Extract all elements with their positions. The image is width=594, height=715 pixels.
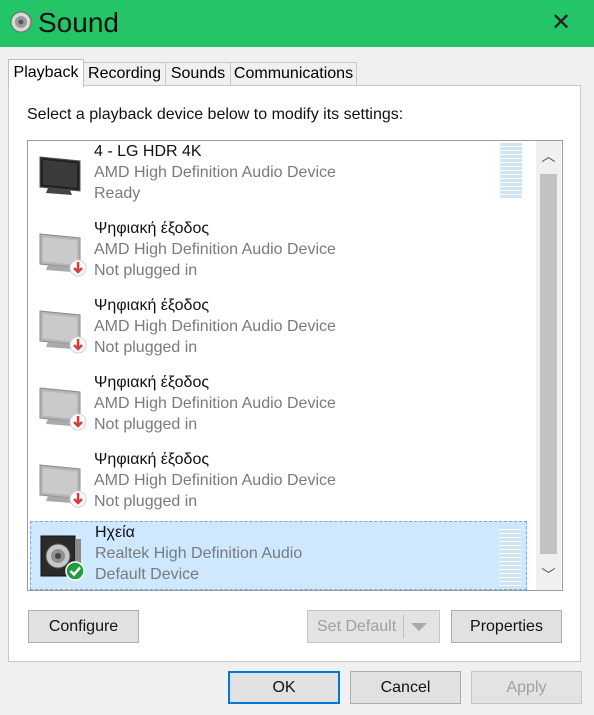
close-icon[interactable]: ✕	[546, 8, 576, 38]
device-name: Ψηφιακή έξοδος	[94, 297, 210, 314]
device-description: AMD High Definition Audio Device	[94, 472, 336, 489]
device-item-digital-output[interactable]: Ψηφιακή έξοδος AMD High Definition Audio…	[30, 449, 527, 526]
monitor-icon	[39, 233, 87, 277]
device-item-digital-output[interactable]: Ψηφιακή έξοδος AMD High Definition Audio…	[30, 372, 527, 449]
tab-recording[interactable]: Recording	[83, 62, 166, 86]
device-item-digital-output[interactable]: Ψηφιακή έξοδος AMD High Definition Audio…	[30, 218, 527, 295]
scroll-down-icon[interactable]: ﹀	[536, 560, 561, 590]
monitor-icon	[39, 310, 87, 354]
scroll-up-icon[interactable]: ︿	[536, 141, 561, 171]
speaker-app-icon	[10, 11, 32, 33]
device-status: Default Device	[95, 566, 200, 583]
device-name: 4 - LG HDR 4K	[94, 143, 202, 160]
device-name: Ψηφιακή έξοδος	[94, 220, 210, 237]
cancel-button[interactable]: Cancel	[350, 671, 461, 704]
ok-button[interactable]: OK	[228, 671, 340, 704]
device-status: Not plugged in	[94, 262, 198, 279]
tab-communications[interactable]: Communications	[230, 62, 357, 86]
device-item-digital-output[interactable]: Ψηφιακή έξοδος AMD High Definition Audio…	[30, 295, 527, 372]
list-scrollbar[interactable]: ︿ ﹀	[536, 141, 561, 590]
device-description: AMD High Definition Audio Device	[94, 241, 336, 258]
device-status: Not plugged in	[94, 339, 198, 356]
apply-button[interactable]: Apply	[471, 671, 582, 704]
device-name: Ψηφιακή έξοδος	[94, 451, 210, 468]
device-description: Realtek High Definition Audio	[95, 545, 303, 562]
device-list[interactable]: 4 - LG HDR 4K AMD High Definition Audio …	[27, 140, 563, 591]
instructions-label: Select a playback device below to modify…	[27, 106, 404, 123]
tab-playback[interactable]: Playback	[8, 59, 84, 87]
window-title: Sound	[38, 7, 119, 38]
volume-level-meter	[500, 143, 522, 199]
properties-button[interactable]: Properties	[451, 610, 562, 643]
device-status: Not plugged in	[94, 416, 198, 433]
set-default-button[interactable]: Set Default	[307, 610, 440, 643]
chevron-down-icon[interactable]	[411, 623, 427, 631]
tab-sounds[interactable]: Sounds	[165, 62, 231, 86]
device-description: AMD High Definition Audio Device	[94, 318, 336, 335]
device-item-lg-hdr[interactable]: 4 - LG HDR 4K AMD High Definition Audio …	[30, 141, 527, 218]
configure-button[interactable]: Configure	[28, 610, 139, 643]
monitor-icon	[39, 387, 87, 431]
device-name: Ψηφιακή έξοδος	[94, 374, 210, 391]
monitor-icon	[39, 156, 81, 195]
device-name: Ηχεία	[95, 524, 135, 541]
monitor-icon	[39, 464, 87, 508]
set-default-label: Set Default	[317, 618, 397, 635]
device-status: Ready	[94, 185, 141, 202]
title-bar: Sound ✕	[0, 0, 594, 47]
volume-level-meter	[499, 526, 521, 588]
device-item-speakers[interactable]: Ηχεία Realtek High Definition Audio Defa…	[30, 521, 527, 590]
speaker-icon	[40, 535, 85, 581]
device-status: Not plugged in	[94, 493, 198, 510]
device-description: AMD High Definition Audio Device	[94, 164, 336, 181]
split-divider	[403, 615, 404, 638]
scroll-thumb[interactable]	[540, 174, 557, 554]
device-description: AMD High Definition Audio Device	[94, 395, 336, 412]
